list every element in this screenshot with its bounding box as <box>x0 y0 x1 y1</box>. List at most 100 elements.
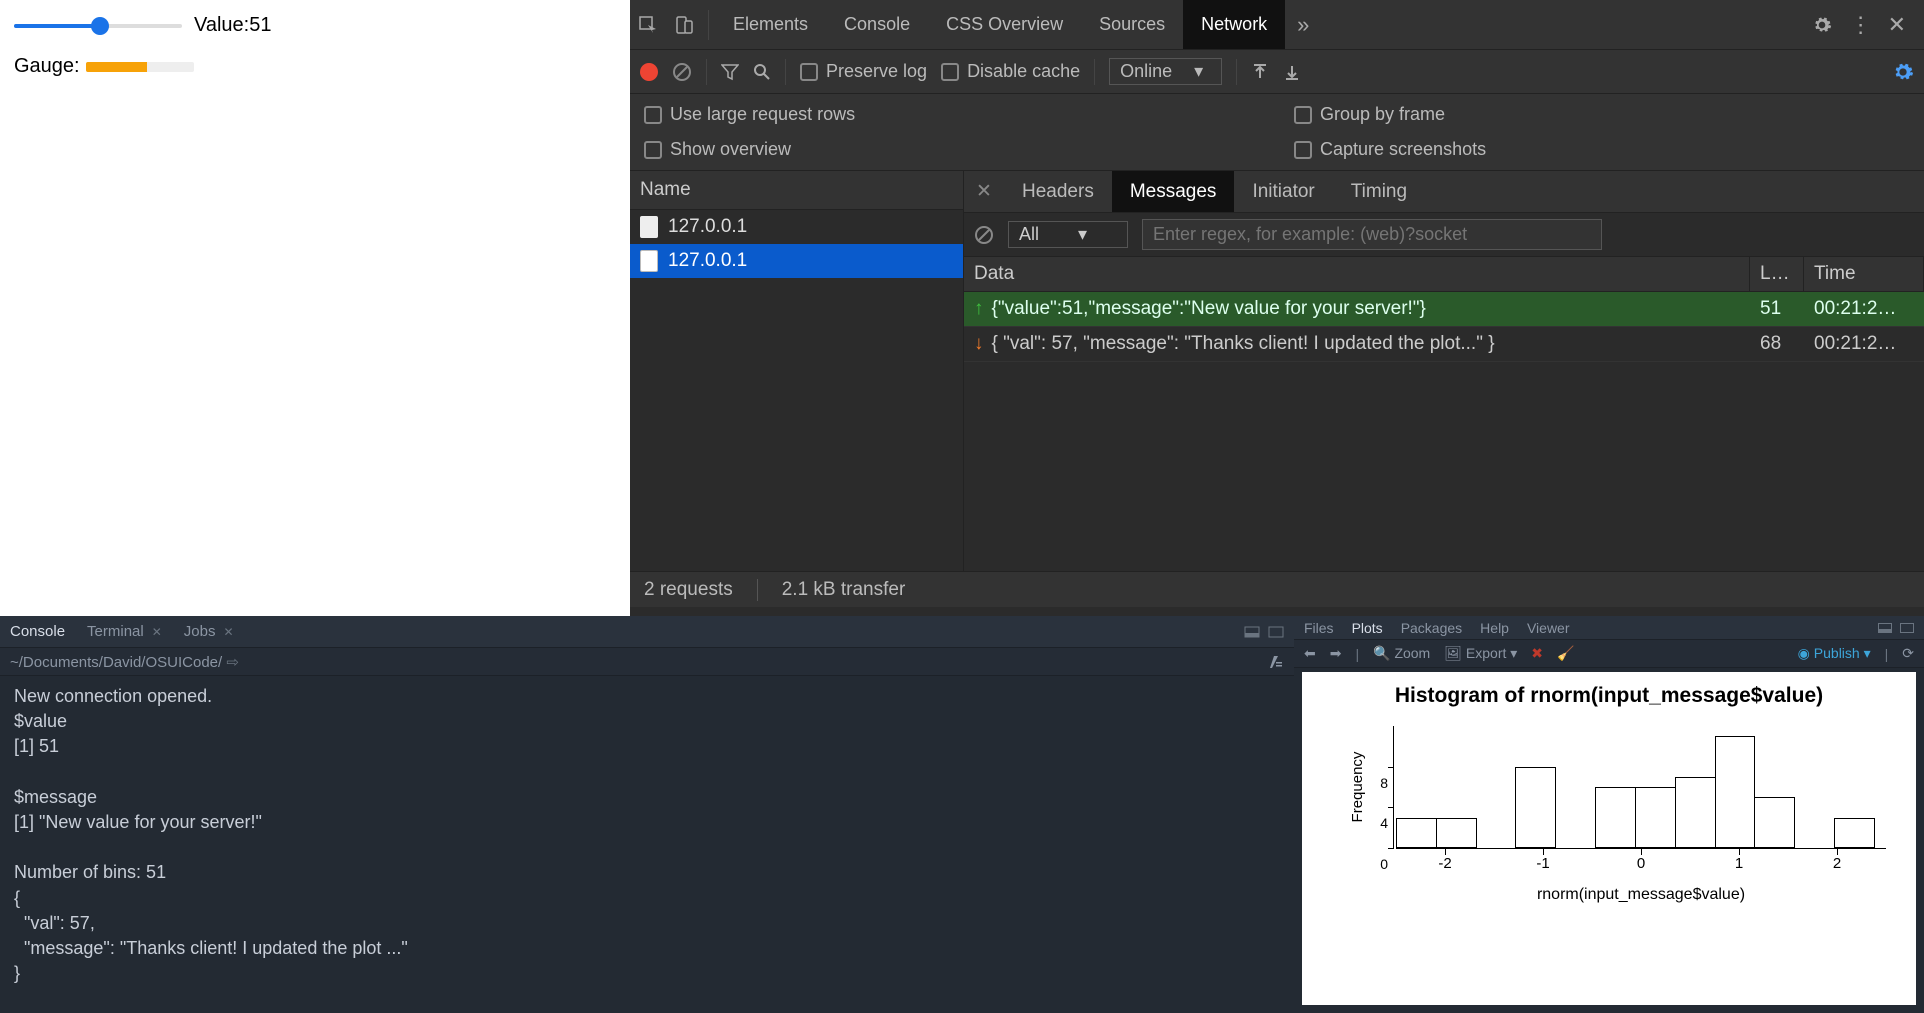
message-type-select[interactable]: All▾ <box>1008 221 1128 248</box>
tab-sources[interactable]: Sources <box>1081 0 1183 49</box>
tab-elements[interactable]: Elements <box>715 0 826 49</box>
more-tabs-icon[interactable]: » <box>1285 0 1321 49</box>
inspect-icon[interactable] <box>630 0 666 49</box>
request-row[interactable]: 127.0.0.1 <box>630 210 963 244</box>
minimize-pane-icon[interactable] <box>1244 626 1260 638</box>
show-overview-checkbox[interactable]: Show overview <box>644 139 1294 160</box>
x-tick-label: -2 <box>1438 855 1451 872</box>
value-slider[interactable] <box>14 21 182 31</box>
request-row[interactable]: 127.0.0.1 <box>630 244 963 278</box>
disable-cache-checkbox[interactable]: Disable cache <box>941 61 1080 82</box>
devtools-panel: Elements Console CSS Overview Sources Ne… <box>630 0 1924 616</box>
ws-message-row[interactable]: ↑ {"value":51,"message":"New value for y… <box>964 292 1924 327</box>
export-button[interactable]: 🖼 Export ▾ <box>1444 645 1517 662</box>
tab-console[interactable]: Console <box>826 0 928 49</box>
group-by-frame-checkbox[interactable]: Group by frame <box>1294 104 1486 125</box>
gauge-bar <box>86 62 194 72</box>
remove-plot-icon[interactable]: ✖ <box>1531 645 1543 662</box>
webpage-panel: Value:51 Gauge: <box>0 0 630 610</box>
document-icon <box>640 216 658 238</box>
col-header-time[interactable]: Time <box>1804 257 1924 291</box>
large-rows-checkbox[interactable]: Use large request rows <box>644 104 1294 125</box>
x-tick-label: 2 <box>1833 855 1841 872</box>
gauge-fill <box>86 62 148 72</box>
maximize-pane-icon[interactable] <box>1268 626 1284 638</box>
x-tick-label: 1 <box>1735 855 1743 872</box>
clear-plots-icon[interactable]: 🧹 <box>1557 645 1574 662</box>
minimize-pane-icon[interactable] <box>1878 623 1892 633</box>
tab-help[interactable]: Help <box>1480 620 1509 636</box>
tab-terminal[interactable]: Terminal <box>87 623 144 640</box>
tab-viewer[interactable]: Viewer <box>1527 620 1570 636</box>
col-header-data[interactable]: Data <box>964 257 1750 291</box>
subtab-messages[interactable]: Messages <box>1112 171 1235 212</box>
kebab-menu-icon[interactable]: ⋮ <box>1850 12 1870 38</box>
settings-icon[interactable] <box>1812 15 1832 35</box>
network-toolbar: Preserve log Disable cache Online▾ <box>630 50 1924 94</box>
plots-toolbar: ⬅ ➡ | 🔍 Zoom 🖼 Export ▾ ✖ 🧹 ◉ Publish ▾ … <box>1294 640 1924 668</box>
gauge-label: Gauge: <box>14 55 80 78</box>
prev-plot-icon[interactable]: ⬅ <box>1304 645 1316 662</box>
chevron-down-icon: ▾ <box>1194 61 1203 82</box>
close-devtools-icon[interactable]: ✕ <box>1888 12 1906 38</box>
close-tab-icon[interactable]: ✕ <box>152 625 162 639</box>
request-count: 2 requests <box>644 579 733 601</box>
record-button[interactable] <box>640 63 658 81</box>
y-tick-label: 0 <box>1380 856 1388 872</box>
network-status-bar: 2 requests 2.1 kB transfer <box>630 571 1924 607</box>
chevron-down-icon: ▾ <box>1078 224 1087 245</box>
col-header-length[interactable]: L… <box>1750 257 1804 291</box>
console-output[interactable]: New connection opened. $value [1] 51 $me… <box>0 676 1294 994</box>
filter-icon[interactable] <box>721 63 739 81</box>
subtab-timing[interactable]: Timing <box>1333 171 1425 212</box>
device-icon[interactable] <box>666 0 702 49</box>
histogram-bar <box>1834 818 1875 849</box>
slider-thumb-icon[interactable] <box>91 17 109 35</box>
subtab-initiator[interactable]: Initiator <box>1234 171 1332 212</box>
tab-files[interactable]: Files <box>1304 620 1334 636</box>
tab-plots[interactable]: Plots <box>1352 620 1383 636</box>
x-axis-label: rnorm(input_message$value) <box>1396 886 1886 904</box>
close-tab-icon[interactable]: ✕ <box>223 625 233 639</box>
close-subtab-icon[interactable]: ✕ <box>964 180 1004 203</box>
tab-packages[interactable]: Packages <box>1401 620 1462 636</box>
maximize-pane-icon[interactable] <box>1900 623 1914 633</box>
tab-network[interactable]: Network <box>1183 0 1285 49</box>
tab-console[interactable]: Console <box>10 623 65 640</box>
console-tabs: Console Terminal ✕ Jobs ✕ <box>0 616 1294 648</box>
zoom-button[interactable]: 🔍 Zoom <box>1373 645 1430 662</box>
rstudio-console-panel: Console Terminal ✕ Jobs ✕ ~/Documents/Davi… <box>0 616 1294 1013</box>
subtab-headers[interactable]: Headers <box>1004 171 1112 212</box>
next-plot-icon[interactable]: ➡ <box>1330 645 1342 662</box>
histogram-bar <box>1675 777 1716 848</box>
plots-tabs: Files Plots Packages Help Viewer <box>1294 616 1924 640</box>
network-request-list: Name 127.0.0.1 127.0.0.1 <box>630 171 964 571</box>
name-column-header[interactable]: Name <box>630 171 963 210</box>
capture-screenshots-checkbox[interactable]: Capture screenshots <box>1294 139 1486 160</box>
clear-console-icon[interactable] <box>1268 654 1284 670</box>
tab-css-overview[interactable]: CSS Overview <box>928 0 1081 49</box>
ws-message-row[interactable]: ↓ { "val": 57, "message": "Thanks client… <box>964 327 1924 362</box>
clear-messages-icon[interactable] <box>974 225 994 245</box>
goto-dir-icon[interactable]: ⇨ <box>226 654 239 671</box>
search-icon[interactable] <box>753 63 771 81</box>
download-icon[interactable] <box>1283 63 1301 81</box>
histogram-bar <box>1635 787 1676 848</box>
publish-button[interactable]: ◉ Publish ▾ <box>1798 645 1871 662</box>
tab-jobs[interactable]: Jobs <box>184 623 216 640</box>
upload-icon[interactable] <box>1251 63 1269 81</box>
x-tick-label: 0 <box>1637 855 1645 872</box>
arrow-up-icon: ↑ <box>964 292 988 326</box>
throttle-select[interactable]: Online▾ <box>1109 58 1222 85</box>
refresh-plot-icon[interactable]: ⟳ <box>1902 645 1914 662</box>
working-directory[interactable]: ~/Documents/David/OSUICode/ <box>10 654 222 671</box>
plot-canvas: Histogram of rnorm(input_message$value) … <box>1302 672 1916 1005</box>
preserve-log-checkbox[interactable]: Preserve log <box>800 61 927 82</box>
network-settings-icon[interactable] <box>1892 61 1914 83</box>
histogram-bar <box>1754 797 1795 848</box>
regex-filter-input[interactable] <box>1142 219 1602 250</box>
gauge-row: Gauge: <box>14 55 616 78</box>
histogram-bar <box>1396 818 1437 849</box>
transfer-size: 2.1 kB transfer <box>782 579 906 601</box>
clear-icon[interactable] <box>672 62 692 82</box>
